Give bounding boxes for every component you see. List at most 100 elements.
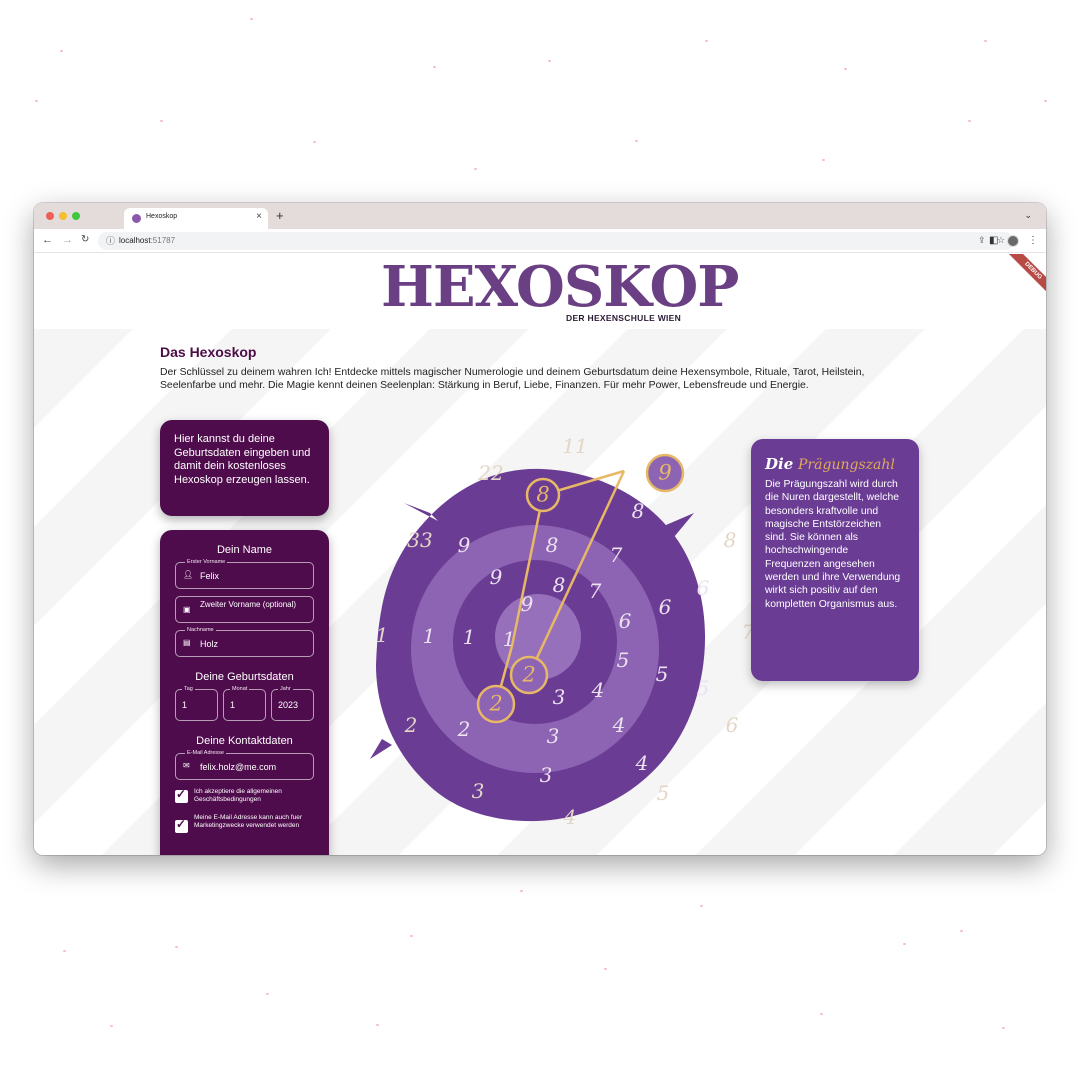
first-name-field[interactable]: Erster Vorname 👤︎ Felix	[175, 558, 314, 589]
web-page: HEXOSKOP DER HEXENSCHULE WIEN DEBUG Das …	[34, 254, 1046, 855]
browser-window: Hexoskop × + ⌄ ← → ↻ ⓘ localhost:51787 ⇪…	[34, 203, 1046, 855]
badge-icon: ▣	[183, 605, 191, 614]
ring-number: 9	[457, 533, 471, 557]
close-icon[interactable]: ×	[256, 211, 262, 222]
first-name-label: Erster Vorname	[185, 558, 228, 566]
ring-number: 5	[655, 662, 669, 686]
birth-section-title: Deine Geburtsdaten	[195, 671, 294, 683]
wheel-graphic	[370, 453, 706, 822]
url-port: :51787	[150, 236, 176, 245]
ring-number: 1	[462, 625, 476, 649]
site-header: HEXOSKOP DER HEXENSCHULE WIEN DEBUG	[34, 254, 1046, 329]
terms-label: Ich akzeptiere die allgemeinen Geschäfts…	[194, 788, 282, 803]
address-bar[interactable]: ⓘ localhost:51787 ⇪ ☆	[98, 232, 1014, 250]
logo-subtitle: DER HEXENSCHULE WIEN	[566, 313, 682, 323]
highlighted-number: 2	[489, 691, 503, 716]
highlighted-number: 8	[536, 482, 550, 507]
outer-number: 1	[375, 623, 389, 647]
highlighted-number: 9	[658, 460, 672, 485]
ring-number: 4	[635, 751, 649, 775]
ring-number: 6	[696, 576, 710, 600]
sidepanel-icon[interactable]: ◧	[989, 235, 998, 246]
ring-number: 8	[631, 499, 645, 523]
month-value: 1	[230, 700, 236, 710]
year-label: Jahr	[278, 685, 293, 693]
marketing-checkbox[interactable]: ✓	[175, 817, 188, 833]
ring-number: 1	[422, 624, 436, 648]
logo[interactable]: HEXOSKOP	[381, 257, 739, 317]
minimize-window-icon[interactable]	[59, 212, 67, 220]
ring-number: 9	[489, 565, 503, 589]
avatar[interactable]	[1007, 235, 1019, 247]
back-icon[interactable]: ←	[42, 234, 53, 246]
more-menu-icon[interactable]: ⋮	[1028, 235, 1038, 246]
outer-number: 3	[471, 779, 485, 803]
contact-section-title: Deine Kontaktdaten	[196, 735, 293, 747]
email-field[interactable]: E-Mail Adresse ✉ felix.holz@me.com	[175, 749, 314, 780]
ring-number: 4	[612, 713, 626, 737]
person-icon: 👤︎	[183, 570, 194, 579]
chevron-down-icon[interactable]: ⌄	[1024, 210, 1032, 221]
email-label: E-Mail Adresse	[185, 749, 226, 757]
ring-number: 1	[502, 627, 516, 651]
ring-number: 8	[552, 573, 566, 597]
ring-number: 6	[618, 609, 632, 633]
second-name-field[interactable]: ▣ Zweiter Vorname (optional)	[175, 596, 314, 623]
mail-icon: ✉	[183, 761, 190, 770]
outer-number: 33	[407, 528, 433, 552]
ring-number: 2	[457, 717, 471, 741]
day-value: 1	[182, 700, 188, 710]
maximize-window-icon[interactable]	[72, 212, 80, 220]
numerology-wheel: 1 1 8 7 6 5 4 3 2 1 33 22 8 6 5 4 3 2 1 9…	[334, 429, 754, 839]
ring-number: 8	[545, 533, 559, 557]
outer-number: 4	[563, 805, 577, 829]
ring-number: 3	[539, 763, 553, 787]
outer-number: 22	[478, 461, 504, 485]
url-host: localhost	[119, 236, 151, 245]
terms-checkbox[interactable]: ✓	[175, 787, 188, 803]
forward-icon[interactable]: →	[62, 234, 73, 246]
info-card: Die Prägungszahl Die Prägungszahl wird d…	[751, 439, 919, 681]
ring-number: 9	[520, 592, 534, 616]
month-field[interactable]: Monat 1	[223, 685, 266, 721]
year-value: 2023	[278, 700, 299, 710]
ring-number: 3	[546, 724, 560, 748]
checkmark-icon: ✓	[176, 787, 187, 801]
close-window-icon[interactable]	[46, 212, 54, 220]
ring-number: 7	[588, 579, 602, 603]
share-icon[interactable]: ⇪	[978, 235, 986, 246]
id-card-icon: ▤	[183, 638, 191, 647]
info-title-word1: Die	[765, 455, 794, 473]
name-section-title: Dein Name	[216, 544, 273, 556]
outer-number: 2	[404, 713, 418, 737]
marketing-label: Meine E-Mail Adresse kann auch fuer Mark…	[194, 814, 303, 829]
year-field[interactable]: Jahr 2023	[271, 685, 314, 721]
ring-number: 5	[696, 676, 710, 700]
day-label: Tag	[182, 685, 195, 693]
outer-number: 5	[656, 781, 670, 805]
tab-bar: Hexoskop × + ⌄	[34, 203, 1046, 229]
birthdata-form: Dein Name Erster Vorname 👤︎ Felix ▣ Zwei…	[160, 530, 329, 855]
url-text: localhost:51787	[119, 236, 175, 245]
day-field[interactable]: Tag 1	[175, 685, 218, 721]
ring-number: 7	[609, 543, 623, 567]
favicon-icon	[132, 214, 141, 223]
first-name-value: Felix	[200, 571, 220, 581]
reload-icon[interactable]: ↻	[81, 234, 89, 245]
browser-toolbar: ← → ↻ ⓘ localhost:51787 ⇪ ☆ ◧ ⋮	[34, 229, 1046, 253]
month-label: Monat	[230, 685, 250, 693]
debug-banner: DEBUG	[1004, 254, 1046, 300]
email-value: felix.holz@me.com	[200, 762, 277, 772]
last-name-value: Holz	[200, 639, 219, 649]
plus-icon[interactable]: +	[276, 208, 284, 223]
tab-title: Hexoskop	[146, 213, 178, 220]
info-icon[interactable]: ⓘ	[106, 234, 115, 247]
outer-number: 6	[725, 713, 739, 737]
hint-card: Hier kannst du deine Geburtsdaten eingeb…	[160, 420, 329, 516]
second-name-placeholder: Zweiter Vorname (optional)	[200, 600, 297, 609]
outer-number: 8	[723, 528, 737, 552]
last-name-field[interactable]: Nachname ▤ Holz	[175, 626, 314, 657]
intro-text: Der Schlüssel zu deinem wahren Ich! Entd…	[160, 367, 865, 392]
tab-hexoskop[interactable]: Hexoskop ×	[124, 208, 268, 229]
checkmark-icon: ✓	[176, 817, 187, 831]
